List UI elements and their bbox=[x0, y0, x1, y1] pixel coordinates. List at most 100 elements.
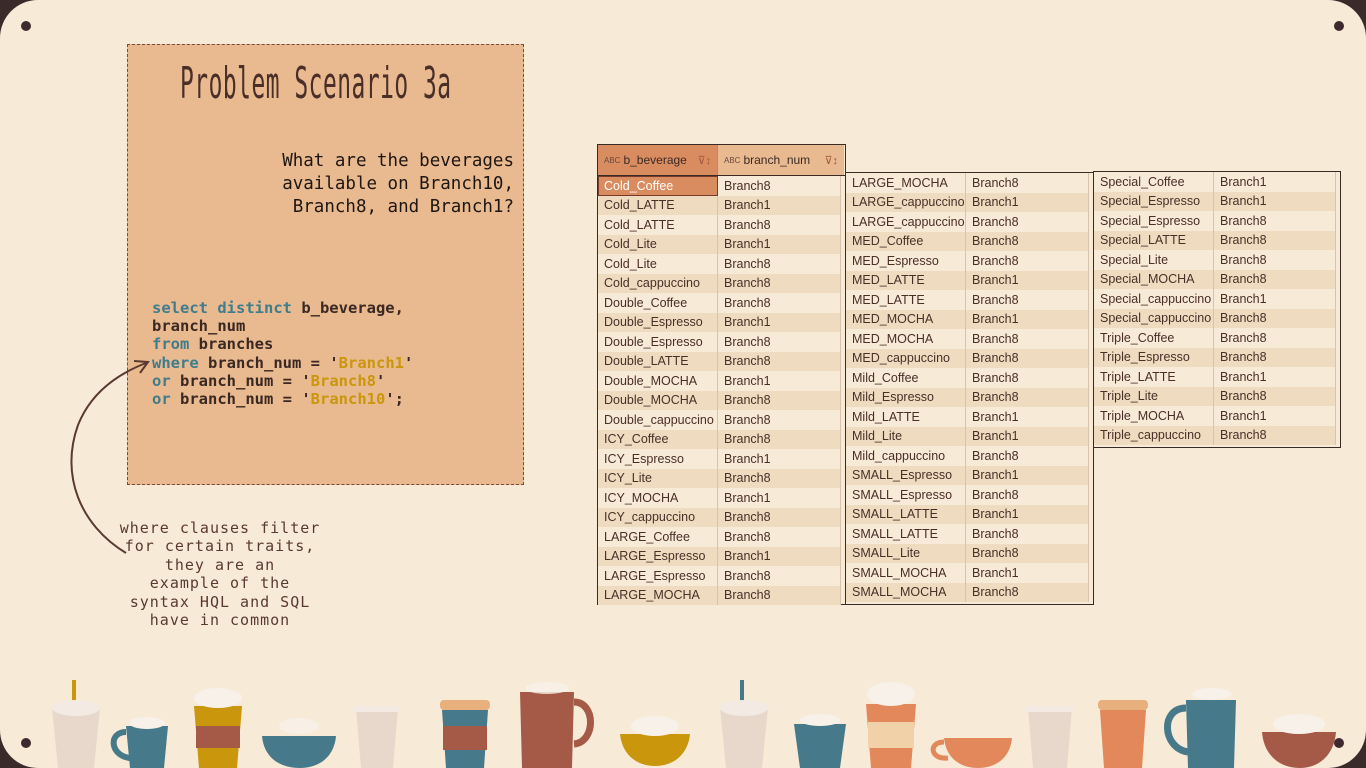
table-row[interactable]: Double_Coffee Branch8 bbox=[598, 293, 841, 313]
branch-cell[interactable]: Branch8 bbox=[717, 566, 841, 586]
branch-cell[interactable]: Branch8 bbox=[717, 176, 841, 196]
table-row[interactable]: MED_MOCHA Branch8 bbox=[846, 329, 1089, 349]
branch-cell[interactable]: Branch8 bbox=[717, 527, 841, 547]
branch-cell[interactable]: Branch8 bbox=[965, 212, 1089, 232]
table-row[interactable]: SMALL_Espresso Branch1 bbox=[846, 465, 1089, 485]
branch-cell[interactable]: Branch1 bbox=[965, 563, 1089, 583]
branch-cell[interactable]: Branch8 bbox=[965, 446, 1089, 466]
beverage-cell[interactable]: Triple_Lite bbox=[1094, 386, 1214, 406]
beverage-cell[interactable]: Double_LATTE bbox=[598, 351, 718, 371]
beverage-cell[interactable]: MED_MOCHA bbox=[846, 329, 966, 349]
table-row[interactable]: SMALL_Lite Branch8 bbox=[846, 543, 1089, 563]
beverage-cell[interactable]: MED_cappuccino bbox=[846, 348, 966, 368]
branch-cell[interactable]: Branch8 bbox=[717, 585, 841, 605]
table-row[interactable]: Triple_Lite Branch8 bbox=[1094, 386, 1336, 406]
branch-cell[interactable]: Branch8 bbox=[1213, 347, 1336, 367]
beverage-cell[interactable]: Double_cappuccino bbox=[598, 410, 718, 430]
table-row[interactable]: MED_LATTE Branch1 bbox=[846, 270, 1089, 290]
table-row[interactable]: SMALL_MOCHA Branch8 bbox=[846, 582, 1089, 602]
table-row[interactable]: LARGE_Espresso Branch8 bbox=[598, 566, 841, 586]
branch-cell[interactable]: Branch8 bbox=[965, 368, 1089, 388]
beverage-cell[interactable]: Cold_Coffee bbox=[598, 176, 718, 196]
table-row[interactable]: Cold_Coffee Branch8 bbox=[598, 176, 841, 196]
table-row[interactable]: Special_Lite Branch8 bbox=[1094, 250, 1336, 270]
result-grid[interactable]: ABC b_beverage ⊽↕ ABC branch_num ⊽↕ Cold… bbox=[597, 144, 846, 605]
table-row[interactable]: Special_Espresso Branch1 bbox=[1094, 191, 1336, 211]
table-row[interactable]: ICY_Lite Branch8 bbox=[598, 468, 841, 488]
branch-cell[interactable]: Branch8 bbox=[717, 468, 841, 488]
branch-cell[interactable]: Branch8 bbox=[965, 582, 1089, 602]
table-row[interactable]: Double_Espresso Branch1 bbox=[598, 312, 841, 332]
beverage-cell[interactable]: LARGE_cappuccino bbox=[846, 192, 966, 212]
beverage-cell[interactable]: Cold_Lite bbox=[598, 254, 718, 274]
branch-cell[interactable]: Branch1 bbox=[717, 234, 841, 254]
branch-cell[interactable]: Branch8 bbox=[717, 429, 841, 449]
beverage-cell[interactable]: MED_LATTE bbox=[846, 270, 966, 290]
beverage-cell[interactable]: Double_MOCHA bbox=[598, 371, 718, 391]
branch-cell[interactable]: Branch8 bbox=[965, 329, 1089, 349]
branch-cell[interactable]: Branch1 bbox=[717, 449, 841, 469]
result-grid[interactable]: Special_Coffee Branch1 Special_Espresso Bra… bbox=[1093, 171, 1341, 448]
table-row[interactable]: Triple_cappuccino Branch8 bbox=[1094, 425, 1336, 445]
branch-cell[interactable]: Branch1 bbox=[1213, 172, 1336, 192]
branch-cell[interactable]: Branch1 bbox=[965, 426, 1089, 446]
beverage-cell[interactable]: MED_Coffee bbox=[846, 231, 966, 251]
beverage-cell[interactable]: SMALL_MOCHA bbox=[846, 582, 966, 602]
beverage-cell[interactable]: LARGE_MOCHA bbox=[598, 585, 718, 605]
beverage-cell[interactable]: Special_cappuccino bbox=[1094, 308, 1214, 328]
beverage-cell[interactable]: Cold_LATTE bbox=[598, 195, 718, 215]
table-row[interactable]: Cold_Lite Branch1 bbox=[598, 234, 841, 254]
beverage-cell[interactable]: Special_Espresso bbox=[1094, 191, 1214, 211]
table-row[interactable]: Mild_cappuccino Branch8 bbox=[846, 446, 1089, 466]
table-row[interactable]: LARGE_cappuccino Branch8 bbox=[846, 212, 1089, 232]
branch-cell[interactable]: Branch1 bbox=[1213, 367, 1336, 387]
beverage-cell[interactable]: SMALL_LATTE bbox=[846, 504, 966, 524]
branch-cell[interactable]: Branch8 bbox=[1213, 230, 1336, 250]
beverage-cell[interactable]: ICY_Espresso bbox=[598, 449, 718, 469]
branch-cell[interactable]: Branch8 bbox=[965, 173, 1089, 193]
branch-cell[interactable]: Branch8 bbox=[965, 387, 1089, 407]
branch-cell[interactable]: Branch8 bbox=[717, 390, 841, 410]
beverage-cell[interactable]: ICY_MOCHA bbox=[598, 488, 718, 508]
table-row[interactable]: Cold_Lite Branch8 bbox=[598, 254, 841, 274]
table-row[interactable]: SMALL_LATTE Branch1 bbox=[846, 504, 1089, 524]
branch-cell[interactable]: Branch8 bbox=[965, 231, 1089, 251]
table-row[interactable]: MED_Espresso Branch8 bbox=[846, 251, 1089, 271]
branch-cell[interactable]: Branch1 bbox=[717, 546, 841, 566]
branch-cell[interactable]: Branch1 bbox=[965, 465, 1089, 485]
table-row[interactable]: Triple_MOCHA Branch1 bbox=[1094, 406, 1336, 426]
table-row[interactable]: ICY_Espresso Branch1 bbox=[598, 449, 841, 469]
beverage-cell[interactable]: LARGE_Espresso bbox=[598, 546, 718, 566]
branch-cell[interactable]: Branch1 bbox=[1213, 191, 1336, 211]
branch-cell[interactable]: Branch8 bbox=[1213, 386, 1336, 406]
beverage-cell[interactable]: Special_LATTE bbox=[1094, 230, 1214, 250]
beverage-cell[interactable]: Mild_cappuccino bbox=[846, 446, 966, 466]
table-row[interactable]: MED_Coffee Branch8 bbox=[846, 231, 1089, 251]
branch-cell[interactable]: Branch8 bbox=[717, 273, 841, 293]
table-row[interactable]: Special_cappuccino Branch8 bbox=[1094, 308, 1336, 328]
beverage-cell[interactable]: Special_cappuccino bbox=[1094, 289, 1214, 309]
beverage-cell[interactable]: SMALL_Espresso bbox=[846, 485, 966, 505]
branch-cell[interactable]: Branch8 bbox=[717, 410, 841, 430]
table-row[interactable]: Double_LATTE Branch8 bbox=[598, 351, 841, 371]
branch-cell[interactable]: Branch1 bbox=[965, 504, 1089, 524]
table-row[interactable]: SMALL_Espresso Branch8 bbox=[846, 485, 1089, 505]
branch-cell[interactable]: Branch1 bbox=[717, 312, 841, 332]
beverage-cell[interactable]: MED_MOCHA bbox=[846, 309, 966, 329]
beverage-cell[interactable]: Cold_cappuccino bbox=[598, 273, 718, 293]
branch-cell[interactable]: Branch8 bbox=[965, 251, 1089, 271]
table-row[interactable]: Double_MOCHA Branch1 bbox=[598, 371, 841, 391]
branch-cell[interactable]: Branch8 bbox=[717, 254, 841, 274]
beverage-cell[interactable]: Double_MOCHA bbox=[598, 390, 718, 410]
table-row[interactable]: LARGE_MOCHA Branch8 bbox=[846, 173, 1089, 193]
branch-cell[interactable]: Branch8 bbox=[717, 351, 841, 371]
filter-sort-icon[interactable]: ⊽↕ bbox=[824, 154, 838, 167]
branch-cell[interactable]: Branch8 bbox=[965, 524, 1089, 544]
beverage-cell[interactable]: Triple_LATTE bbox=[1094, 367, 1214, 387]
table-row[interactable]: LARGE_Coffee Branch8 bbox=[598, 527, 841, 547]
branch-cell[interactable]: Branch1 bbox=[965, 309, 1089, 329]
beverage-cell[interactable]: ICY_Coffee bbox=[598, 429, 718, 449]
branch-cell[interactable]: Branch8 bbox=[965, 543, 1089, 563]
beverage-cell[interactable]: SMALL_Lite bbox=[846, 543, 966, 563]
beverage-cell[interactable]: Special_Coffee bbox=[1094, 172, 1214, 192]
